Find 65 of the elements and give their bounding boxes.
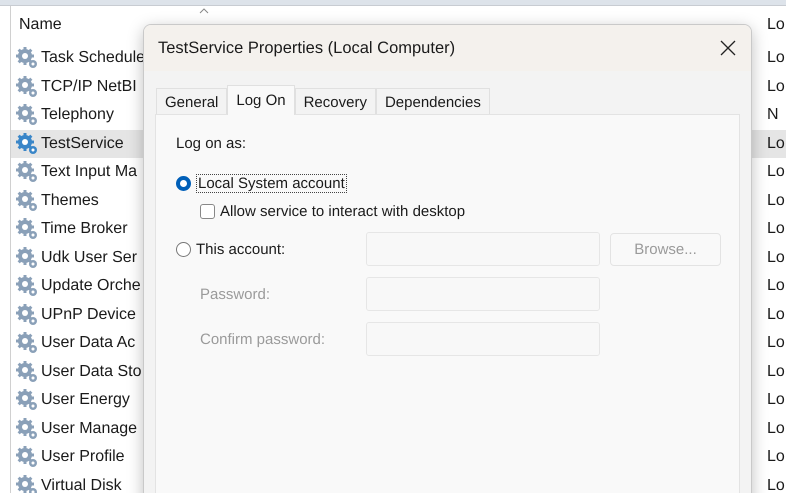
- field-label: Confirm password:: [200, 330, 326, 348]
- log-on-cell: Lo: [767, 192, 786, 210]
- log-on-cell: Lo: [767, 391, 786, 410]
- gear-icon: [15, 302, 39, 327]
- radio-label[interactable]: Local System account: [196, 174, 347, 193]
- close-icon: [720, 40, 736, 56]
- service-name[interactable]: User Data Sto: [41, 362, 142, 381]
- column-header[interactable]: Name: [11, 16, 62, 34]
- log-on-cell: Lo: [767, 78, 786, 96]
- gear-icon: [15, 274, 39, 298]
- gear-icon: [15, 246, 39, 270]
- log-on-cell: Lo: [767, 163, 786, 182]
- log-on-cell: Lo: [767, 277, 786, 296]
- log-on-cell: Lo: [767, 306, 786, 324]
- service-name[interactable]: UPnP Device: [41, 306, 136, 324]
- gear-icon: [15, 360, 39, 384]
- service-name[interactable]: User Data Ac: [41, 334, 136, 352]
- tab[interactable]: Dependencies: [376, 88, 490, 115]
- gear-icon: [15, 416, 39, 441]
- service-name[interactable]: Time Broker: [41, 220, 128, 238]
- log-on-cell: Lo: [767, 220, 786, 238]
- tab[interactable]: General: [156, 88, 228, 115]
- gear-icon: [15, 132, 39, 156]
- log-on-cell: Lo: [767, 49, 786, 68]
- radio-button[interactable]: [176, 242, 191, 256]
- service-name[interactable]: Task Schedule: [41, 49, 146, 68]
- service-name[interactable]: Themes: [41, 192, 99, 210]
- service-name[interactable]: Update Orche: [41, 277, 141, 296]
- log-on-cell: Lo: [767, 476, 786, 493]
- gear-icon: [15, 46, 39, 70]
- service-name[interactable]: Text Input Ma: [41, 163, 138, 182]
- gear-icon: [15, 388, 39, 412]
- gear-icon: [15, 445, 39, 470]
- gear-icon: [15, 188, 39, 213]
- field-label: Password:: [200, 286, 272, 302]
- service-name[interactable]: Udk User Ser: [41, 248, 138, 267]
- gear-icon: [15, 331, 39, 356]
- dialog-title: TestService Properties (Local Computer): [158, 38, 456, 58]
- service-name[interactable]: User Manage: [41, 420, 138, 438]
- column-header[interactable]: Lo: [767, 16, 786, 34]
- tab[interactable]: Log On: [227, 85, 295, 115]
- log-on-cell: Lo: [767, 248, 786, 267]
- log-on-cell: Lo: [767, 420, 786, 438]
- radio-label[interactable]: This account:: [196, 240, 286, 258]
- log-on-cell-text: N: [767, 106, 780, 124]
- service-name[interactable]: Virtual Disk: [41, 476, 122, 493]
- section-label: Log on as:: [176, 135, 248, 152]
- checkbox-label[interactable]: Allow service to interact with desktop: [220, 203, 466, 220]
- radio-button[interactable]: [176, 176, 191, 191]
- gear-icon: [15, 217, 39, 242]
- tab[interactable]: Recovery: [294, 88, 376, 115]
- service-name[interactable]: User Profile: [41, 448, 125, 466]
- service-name[interactable]: User Energy: [41, 391, 130, 410]
- log-on-cell: Lo: [767, 134, 786, 153]
- gear-icon: [15, 160, 39, 184]
- gear-icon: [15, 74, 39, 99]
- gear-icon: [15, 103, 39, 128]
- service-name[interactable]: Telephony: [41, 106, 114, 124]
- log-on-cell: Lo: [767, 362, 786, 381]
- service-name[interactable]: TestService: [41, 134, 124, 153]
- checkbox[interactable]: [200, 204, 215, 219]
- sort-caret-icon: [199, 8, 209, 14]
- log-on-cell: Lo: [767, 448, 786, 466]
- log-on-cell: Lo: [767, 334, 786, 352]
- service-name[interactable]: TCP/IP NetBI: [41, 78, 137, 96]
